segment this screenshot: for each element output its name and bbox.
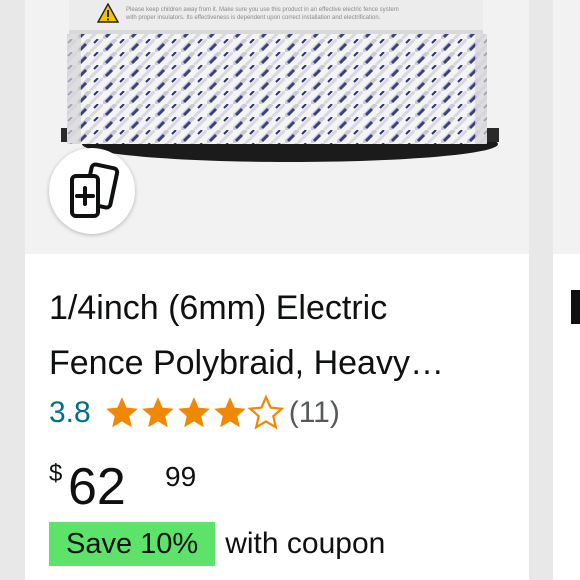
product-card[interactable]: Please keep children away from it. Make …	[25, 0, 529, 580]
warning-line-1: Please keep children away from it. Make …	[126, 7, 399, 13]
next-product-card[interactable]	[553, 0, 580, 580]
star-empty-icon	[247, 394, 285, 430]
compare-cards-icon	[70, 162, 120, 218]
coupon-badge[interactable]: Save 10%	[49, 522, 216, 566]
star-full-icon	[141, 397, 174, 428]
next-product-image-area[interactable]	[553, 0, 580, 254]
rating-value[interactable]: 3.8	[49, 396, 91, 430]
star-full-icon	[105, 397, 138, 428]
warning-text: Please keep children away from it. Make …	[126, 6, 486, 22]
warning-line-2: with proper insulators. Its effectivenes…	[126, 15, 381, 21]
compare-button[interactable]	[49, 148, 135, 234]
rating-row[interactable]: 3.8 (11)	[49, 392, 340, 434]
star-full-icon	[213, 397, 246, 428]
product-title[interactable]: 1/4inch (6mm) Electric Fence Polybraid, …	[49, 281, 519, 391]
coupon-row[interactable]: Save 10% with coupon	[49, 522, 385, 566]
price-whole: 62	[68, 458, 126, 516]
product-title-line-1[interactable]: 1/4inch (6mm) Electric	[49, 281, 519, 336]
rating-count[interactable]: (11)	[289, 396, 340, 430]
price-fraction: 99	[165, 461, 197, 492]
next-card-edge-bar	[571, 290, 580, 324]
star-full-icon	[177, 397, 210, 428]
coupon-text: with coupon	[225, 527, 386, 560]
product-title-line-2[interactable]: Fence Polybraid, Heavy…	[49, 336, 519, 391]
price-symbol: $	[49, 460, 63, 487]
star-rating[interactable]	[103, 394, 285, 432]
product-image-area[interactable]: Please keep children away from it. Make …	[25, 0, 529, 254]
warning-triangle-icon	[97, 3, 119, 23]
